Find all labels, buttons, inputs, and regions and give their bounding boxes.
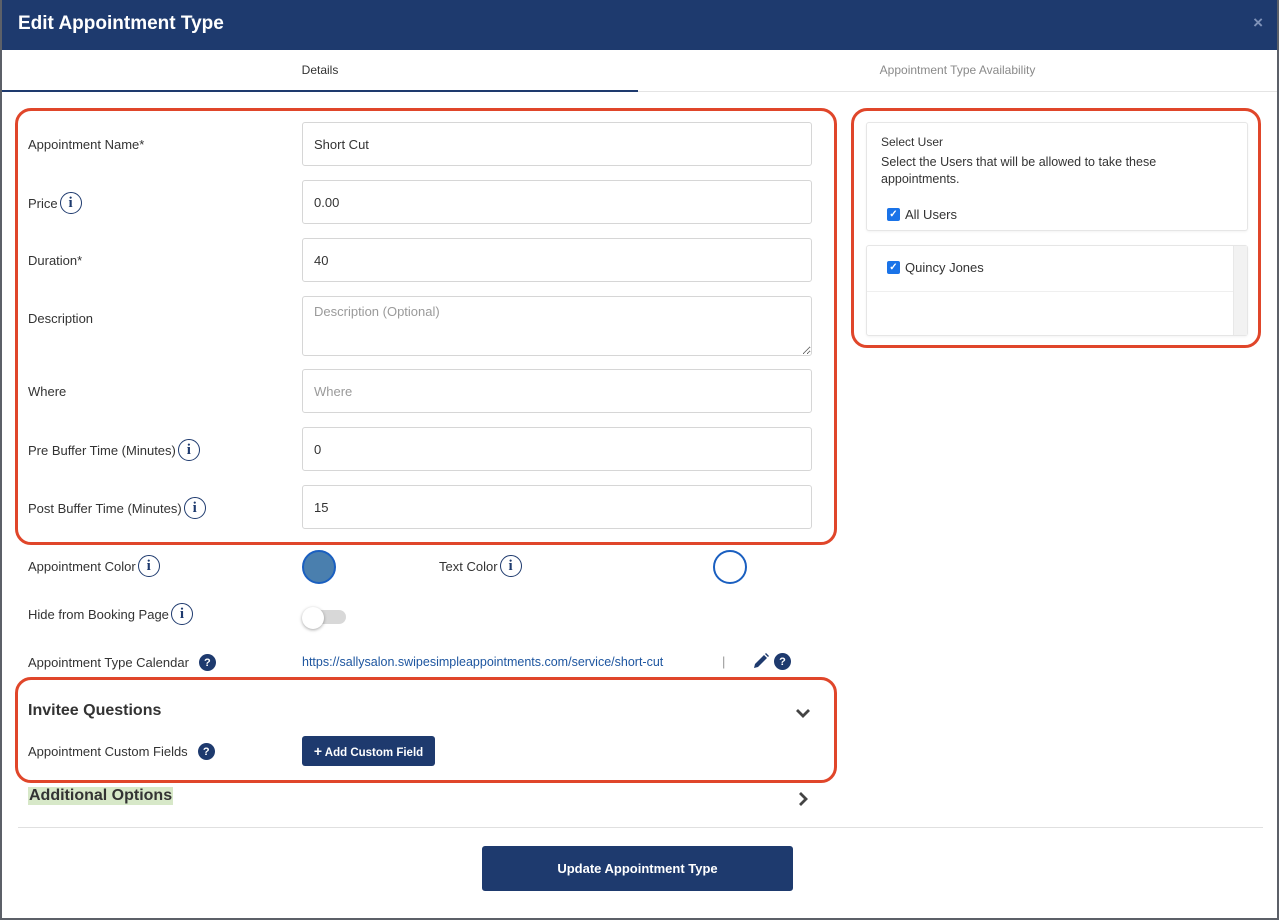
pre-buffer-input[interactable] [302, 427, 812, 471]
price-label: Price i [28, 192, 82, 214]
link-separator: | [722, 654, 726, 669]
close-icon[interactable]: × [1253, 13, 1263, 33]
chevron-down-icon[interactable] [796, 707, 810, 719]
user-list-card: ✓ Quincy Jones [866, 245, 1248, 336]
modal-header: Edit Appointment Type × [2, 0, 1277, 50]
plus-icon: + [313, 743, 322, 759]
list-row-divider [867, 291, 1233, 292]
text-color-label: Text Color i [439, 555, 522, 577]
info-icon[interactable]: i [59, 192, 82, 214]
calendar-label: Appointment Type Calendar? [28, 654, 216, 671]
appointment-color-label: Appointment Color i [28, 555, 160, 577]
additional-options-title[interactable]: Additional Options [28, 787, 174, 805]
hide-booking-toggle[interactable] [302, 607, 348, 629]
chevron-right-icon[interactable] [798, 792, 808, 806]
all-users-checkbox[interactable]: ✓ All Users [887, 207, 957, 222]
post-buffer-label: Post Buffer Time (Minutes) i [28, 497, 206, 519]
hide-booking-label: Hide from Booking Page i [28, 603, 193, 625]
modal-title: Edit Appointment Type [18, 13, 224, 34]
help-icon[interactable]: ? [774, 653, 791, 670]
info-icon[interactable]: i [183, 497, 206, 519]
user-checkbox-quincy-jones[interactable]: ✓ Quincy Jones [887, 260, 984, 275]
user-list-scrollbar[interactable] [1233, 246, 1247, 335]
toggle-knob [302, 607, 324, 629]
duration-input[interactable] [302, 238, 812, 282]
tab-details[interactable]: Details [2, 50, 638, 92]
all-users-label: All Users [905, 207, 958, 222]
appointment-name-label: Appointment Name* [28, 137, 145, 152]
info-icon[interactable]: i [170, 603, 193, 625]
checkbox-check-icon: ✓ [887, 208, 900, 221]
where-input[interactable] [302, 369, 812, 413]
select-user-description: Select the Users that will be allowed to… [881, 155, 1157, 186]
select-user-card: Select User Select the Users that will b… [866, 122, 1248, 231]
info-icon[interactable]: i [137, 555, 160, 577]
appointment-color-swatch[interactable] [302, 550, 336, 584]
add-custom-field-button[interactable]: + Add Custom Field [302, 736, 435, 766]
select-user-title: Select User [881, 135, 944, 149]
info-icon[interactable]: i [177, 439, 200, 461]
add-custom-field-label: Add Custom Field [324, 747, 424, 759]
pencil-icon[interactable] [752, 652, 770, 670]
duration-label: Duration* [28, 253, 83, 268]
custom-fields-label: Appointment Custom Fields? [28, 743, 215, 760]
text-color-swatch[interactable] [713, 550, 747, 584]
highlight-box-invitee [15, 677, 837, 783]
price-input[interactable] [302, 180, 812, 224]
description-textarea[interactable] [302, 296, 812, 356]
checkbox-check-icon: ✓ [887, 261, 900, 274]
appointment-name-input[interactable] [302, 122, 812, 166]
pre-buffer-label: Pre Buffer Time (Minutes) i [28, 439, 200, 461]
edit-appointment-modal: Edit Appointment Type × Details Appointm… [2, 0, 1277, 918]
post-buffer-input[interactable] [302, 485, 812, 529]
footer-divider [18, 827, 1263, 828]
where-label: Where [28, 384, 67, 399]
tab-availability[interactable]: Appointment Type Availability [638, 50, 1277, 92]
update-appointment-type-button[interactable]: Update Appointment Type [482, 846, 793, 891]
help-icon[interactable]: ? [197, 743, 215, 760]
calendar-link[interactable]: https://sallysalon.swipesimpleappointmen… [302, 655, 663, 669]
info-icon[interactable]: i [499, 555, 522, 577]
description-label: Description [28, 311, 94, 326]
help-icon[interactable]: ? [198, 654, 216, 671]
invitee-questions-title: Invitee Questions [28, 702, 162, 719]
user-name-label: Quincy Jones [905, 260, 984, 275]
